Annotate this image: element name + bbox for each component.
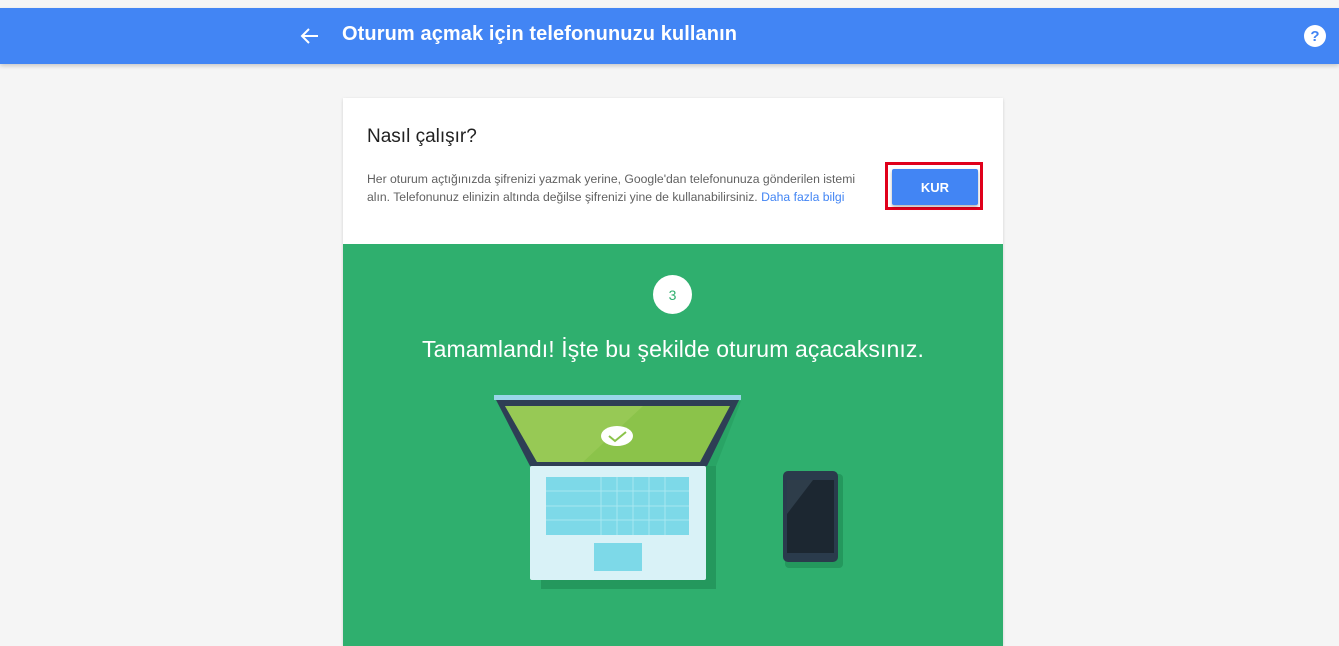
page-title: Oturum açmak için telefonunuzu kullanın xyxy=(342,23,738,45)
top-strip xyxy=(0,0,1339,8)
learn-more-link[interactable]: Daha fazla bilgi xyxy=(761,190,844,204)
arrow-back-icon xyxy=(300,28,318,44)
app-bar: Oturum açmak için telefonunuzu kullanın … xyxy=(0,8,1339,64)
help-circle-icon: ? xyxy=(1310,27,1320,45)
laptop-phone-illustration xyxy=(494,395,843,589)
help-button[interactable]: ? xyxy=(1304,25,1326,47)
setup-button[interactable]: KUR xyxy=(892,169,978,205)
how-it-works-card: Nasıl çalışır? Her oturum açtığınızda şi… xyxy=(343,98,1003,646)
laptop-trackpad xyxy=(594,543,642,571)
laptop-lid-top xyxy=(494,395,741,400)
card-heading: Nasıl çalışır? xyxy=(367,126,477,147)
illustration-panel: 3 Tamamlandı! İşte bu şekilde oturum aça… xyxy=(343,244,1003,646)
card-description: Her oturum açtığınızda şifrenizi yazmak … xyxy=(367,170,865,206)
check-circle-icon xyxy=(601,426,633,446)
back-button[interactable] xyxy=(296,22,324,50)
